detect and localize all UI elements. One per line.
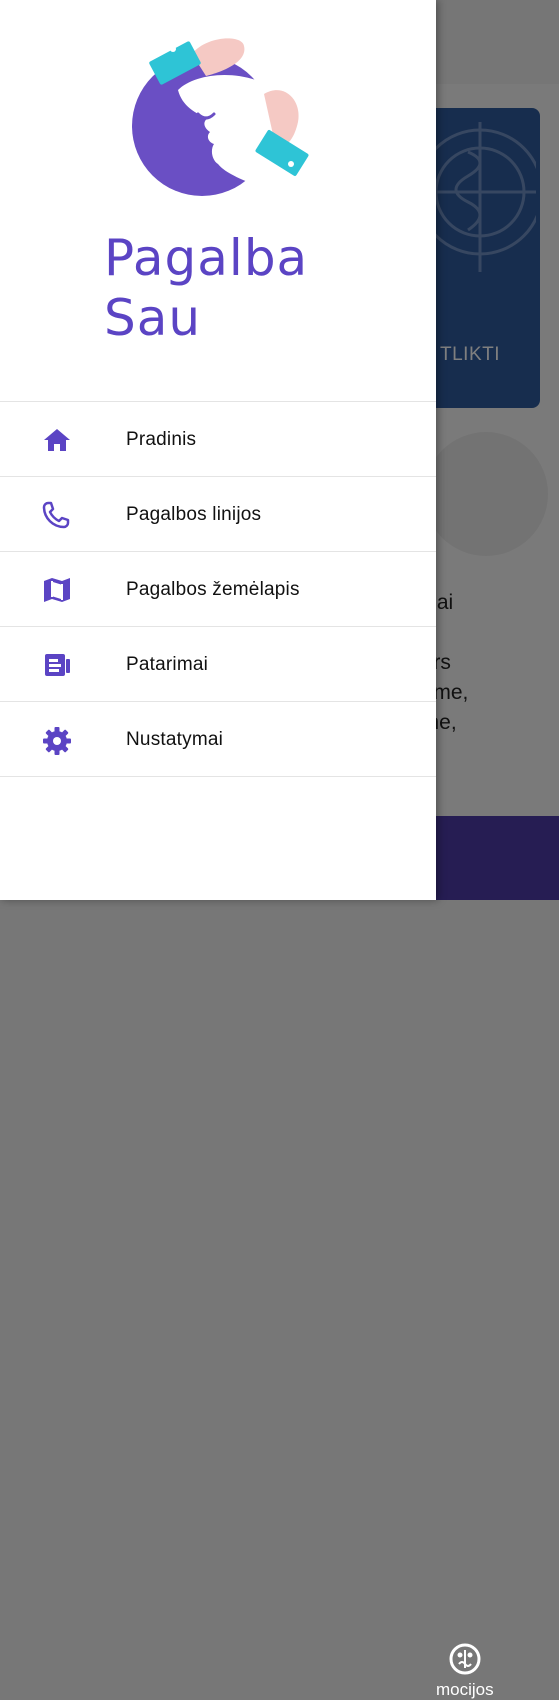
drawer-item-home[interactable]: Pradinis — [0, 402, 436, 477]
app-logo-icon — [132, 38, 309, 196]
phone-icon — [40, 501, 74, 529]
drawer-item-label: Pagalbos linijos — [126, 504, 262, 525]
emotions-icon — [449, 1643, 481, 1675]
app-title: Pagalba Sau — [104, 228, 308, 348]
drawer-menu: Pradinis Pagalbos linijos Pagalbos žemėl… — [0, 401, 436, 777]
drawer-item-help-map[interactable]: Pagalbos žemėlapis — [0, 552, 436, 627]
article-icon — [40, 651, 74, 679]
drawer-item-tips[interactable]: Patarimai — [0, 627, 436, 702]
drawer-header: Pagalba Sau — [0, 0, 436, 400]
drawer-item-label: Pradinis — [126, 429, 197, 450]
drawer-item-label: Pagalbos žemėlapis — [126, 579, 300, 600]
bottom-nav-item-emotions[interactable]: mocijos — [420, 1642, 520, 1700]
drawer-item-label: Nustatymai — [126, 729, 224, 750]
navigation-drawer: Pagalba Sau Pradinis Pagalbos linijos Pa… — [0, 0, 436, 900]
map-icon — [40, 576, 74, 604]
drawer-item-label: Patarimai — [126, 654, 209, 675]
app-title-line1: Pagalba — [104, 229, 309, 287]
home-icon — [40, 426, 74, 454]
app-title-line2: Sau — [104, 289, 202, 347]
drawer-item-help-lines[interactable]: Pagalbos linijos — [0, 477, 436, 552]
bottom-nav-label: mocijos — [436, 1680, 494, 1699]
drawer-item-settings[interactable]: Nustatymai — [0, 702, 436, 777]
gear-icon — [40, 726, 74, 755]
